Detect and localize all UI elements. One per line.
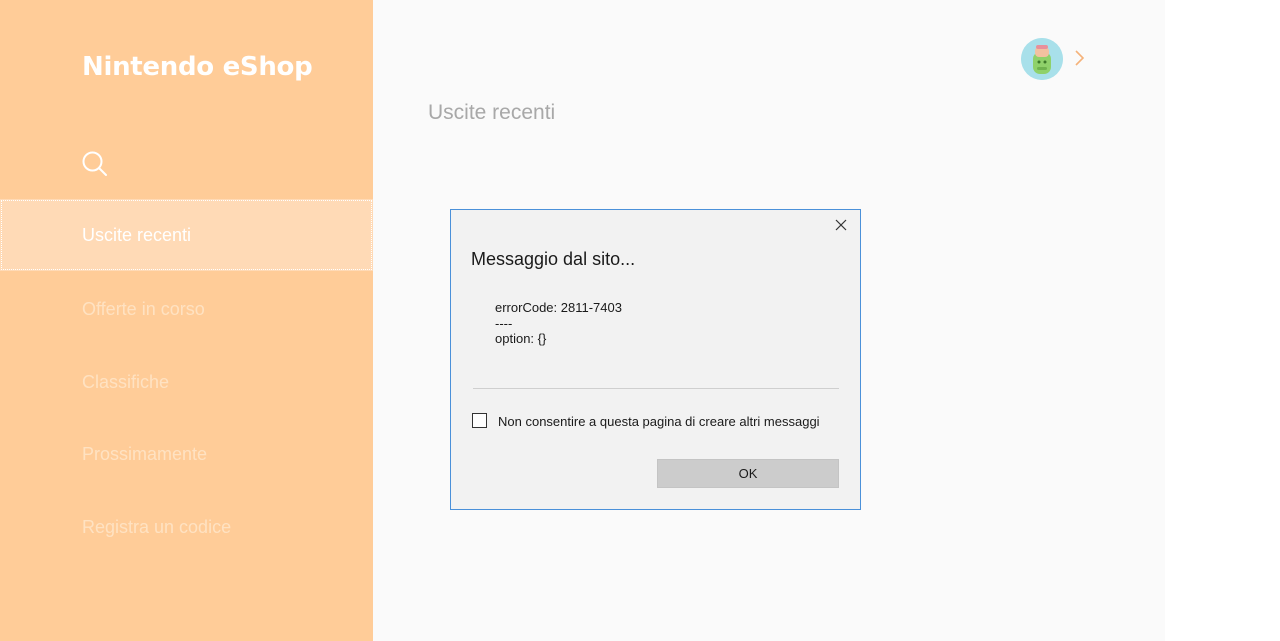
alert-dialog: Messaggio dal sito... errorCode: 2811-74… (450, 209, 861, 510)
ok-button[interactable]: OK (657, 459, 839, 488)
dialog-message: errorCode: 2811-7403 ---- option: {} (495, 300, 622, 347)
dialog-title: Messaggio dal sito... (471, 249, 636, 269)
close-icon[interactable] (834, 218, 848, 232)
sidebar: Nintendo eShop Uscite recenti Offerte in… (0, 0, 373, 641)
dialog-divider (473, 388, 839, 389)
avatar-icon[interactable] (1021, 38, 1063, 80)
sidebar-item-offerte-in-corso[interactable]: Offerte in corso (0, 273, 373, 345)
sidebar-item-label: Registra un codice (82, 517, 232, 537)
nintendo-eshop-logo[interactable]: Nintendo eShop (82, 52, 313, 82)
sidebar-item-label: Uscite recenti (82, 225, 192, 245)
sidebar-item-registra-un-codice[interactable]: Registra un codice (0, 491, 373, 563)
sidebar-item-prossimamente[interactable]: Prossimamente (0, 418, 373, 490)
dialog-message-line: option: {} (495, 331, 547, 346)
sidebar-item-label: Offerte in corso (82, 299, 205, 319)
page-title: Uscite recenti (428, 101, 556, 124)
sidebar-item-label: Classifiche (82, 372, 170, 392)
suppress-messages-checkbox[interactable] (472, 413, 487, 428)
dialog-message-line: errorCode: 2811-7403 (495, 300, 622, 315)
sidebar-item-uscite-recenti[interactable]: Uscite recenti (0, 199, 373, 271)
chevron-right-icon[interactable] (1072, 48, 1086, 68)
dialog-message-line: ---- (495, 315, 513, 331)
sidebar-item-label: Prossimamente (82, 444, 208, 464)
sidebar-item-classifiche[interactable]: Classifiche (0, 346, 373, 418)
search-icon[interactable] (81, 150, 109, 178)
suppress-messages-label[interactable]: Non consentire a questa pagina di creare… (498, 414, 820, 429)
